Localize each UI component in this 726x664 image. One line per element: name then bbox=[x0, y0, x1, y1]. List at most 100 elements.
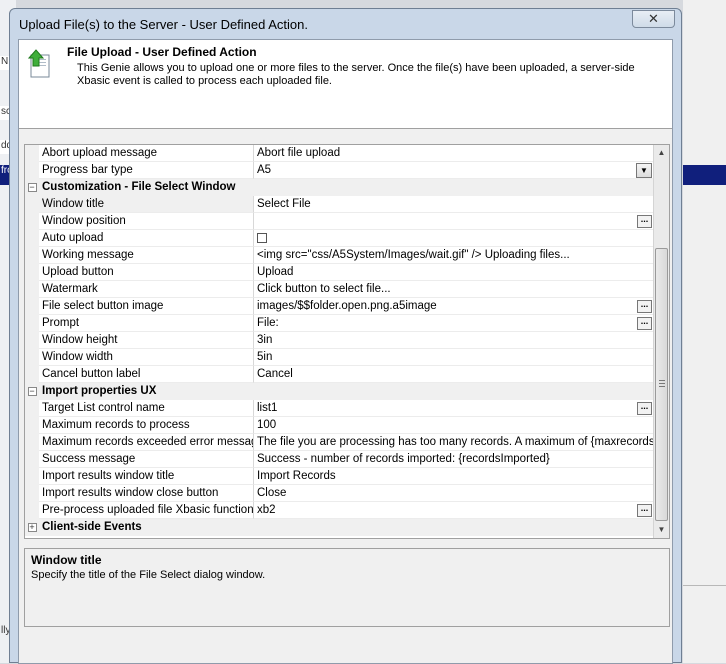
property-value[interactable]: File:... bbox=[254, 315, 654, 332]
category-row[interactable]: − Customization - File Select Window bbox=[25, 179, 654, 196]
row-gutter bbox=[25, 502, 39, 519]
collapse-icon[interactable]: − bbox=[25, 179, 39, 196]
row-gutter bbox=[25, 349, 39, 366]
property-row[interactable]: Prompt File:... bbox=[25, 315, 654, 332]
property-value-text: Close bbox=[257, 487, 287, 499]
row-gutter bbox=[25, 366, 39, 383]
ellipsis-button[interactable]: ... bbox=[637, 402, 652, 415]
property-row[interactable]: Cancel button label Cancel bbox=[25, 366, 654, 383]
property-value[interactable]: Close bbox=[254, 485, 654, 502]
close-icon: ✕ bbox=[648, 11, 659, 26]
property-value[interactable]: 5in bbox=[254, 349, 654, 366]
property-value[interactable] bbox=[254, 230, 654, 247]
property-row[interactable]: Import results window close button Close bbox=[25, 485, 654, 502]
property-name: Window width bbox=[39, 349, 254, 366]
row-gutter bbox=[25, 298, 39, 315]
dropdown-arrow-icon[interactable]: ▼ bbox=[636, 163, 652, 178]
property-value[interactable]: images/$$folder.open.png.a5image... bbox=[254, 298, 654, 315]
row-gutter bbox=[25, 315, 39, 332]
property-row[interactable]: Window title Select File bbox=[25, 196, 654, 213]
close-button[interactable]: ✕ bbox=[632, 10, 675, 28]
category-label: Import properties UX bbox=[42, 385, 157, 397]
property-row[interactable]: Window position... bbox=[25, 213, 654, 230]
dialog-client-area: File Upload - User Defined Action This G… bbox=[18, 39, 673, 664]
property-row[interactable]: Maximum records exceeded error message Th… bbox=[25, 434, 654, 451]
property-value[interactable]: A5 ▼ bbox=[254, 162, 654, 179]
property-row[interactable]: Watermark Click button to select file... bbox=[25, 281, 654, 298]
property-value[interactable]: <img src="css/A5System/Images/wait.gif" … bbox=[254, 247, 654, 264]
title-bar[interactable]: Upload File(s) to the Server - User Defi… bbox=[10, 9, 681, 39]
property-value[interactable]: 100 bbox=[254, 417, 654, 434]
background-app-right bbox=[683, 0, 726, 663]
ellipsis-button[interactable]: ... bbox=[637, 504, 652, 517]
property-name: Pre-process uploaded file Xbasic functio… bbox=[39, 502, 254, 519]
property-row[interactable]: Maximum records to process 100 bbox=[25, 417, 654, 434]
grip-line bbox=[659, 386, 665, 387]
property-row[interactable]: Progress bar type A5 ▼ bbox=[25, 162, 654, 179]
row-gutter bbox=[25, 281, 39, 298]
auto-upload-checkbox[interactable] bbox=[257, 233, 267, 243]
property-name: Maximum records exceeded error message bbox=[39, 434, 254, 451]
property-value[interactable]: Upload bbox=[254, 264, 654, 281]
scroll-up-arrow-icon[interactable]: ▲ bbox=[654, 145, 669, 161]
ellipsis-button[interactable]: ... bbox=[637, 317, 652, 330]
property-name: Progress bar type bbox=[39, 162, 254, 179]
scroll-down-arrow-icon[interactable]: ▼ bbox=[654, 522, 669, 538]
property-name: Import results window title bbox=[39, 468, 254, 485]
toggle-glyph: − bbox=[27, 386, 37, 396]
property-name: Upload button bbox=[39, 264, 254, 281]
property-row[interactable]: Import results window title Import Record… bbox=[25, 468, 654, 485]
property-row[interactable]: Upload button Upload bbox=[25, 264, 654, 281]
grip-line bbox=[659, 383, 665, 384]
help-panel: Window title Specify the title of the Fi… bbox=[24, 548, 670, 627]
property-value[interactable]: Click button to select file... bbox=[254, 281, 654, 298]
property-row[interactable]: Working message <img src="css/A5System/Im… bbox=[25, 247, 654, 264]
property-name: Window height bbox=[39, 332, 254, 349]
property-value[interactable]: 3in bbox=[254, 332, 654, 349]
expand-icon[interactable]: + bbox=[25, 519, 39, 536]
collapse-icon[interactable]: − bbox=[25, 383, 39, 400]
property-row[interactable]: Window height 3in bbox=[25, 332, 654, 349]
property-value[interactable]: Import Records bbox=[254, 468, 654, 485]
row-gutter bbox=[25, 417, 39, 434]
row-gutter bbox=[25, 434, 39, 451]
property-row[interactable]: Abort upload message Abort file upload bbox=[25, 145, 654, 162]
category-row[interactable]: + Client-side Events bbox=[25, 519, 654, 536]
property-value[interactable]: Abort file upload bbox=[254, 145, 654, 162]
property-value[interactable]: Select File bbox=[254, 196, 654, 213]
row-gutter bbox=[25, 451, 39, 468]
category-row[interactable]: − Import properties UX bbox=[25, 383, 654, 400]
background-divider bbox=[683, 585, 726, 586]
ellipsis-button[interactable]: ... bbox=[637, 215, 652, 228]
property-value[interactable]: xb2... bbox=[254, 502, 654, 519]
property-name: File select button image bbox=[39, 298, 254, 315]
ellipsis-button[interactable]: ... bbox=[637, 300, 652, 313]
property-row[interactable]: Window width 5in bbox=[25, 349, 654, 366]
property-row[interactable]: File select button image images/$$folder.… bbox=[25, 298, 654, 315]
property-value-text: File: bbox=[257, 317, 279, 329]
row-gutter bbox=[25, 332, 39, 349]
property-value-text: 100 bbox=[257, 419, 277, 431]
property-name: Window position bbox=[39, 213, 254, 230]
property-value[interactable]: The file you are processing has too many… bbox=[254, 434, 654, 451]
property-value[interactable]: Success - number of records imported: {r… bbox=[254, 451, 654, 468]
row-gutter bbox=[25, 145, 39, 162]
property-row[interactable]: Auto upload bbox=[25, 230, 654, 247]
property-value-text: 5in bbox=[257, 351, 273, 363]
property-value[interactable]: Cancel bbox=[254, 366, 654, 383]
property-row[interactable]: Target List control name list1... bbox=[25, 400, 654, 417]
upload-arrow-icon bbox=[27, 49, 50, 78]
vertical-scrollbar[interactable]: ▲ ▼ bbox=[653, 145, 669, 538]
property-grid[interactable]: Abort upload message Abort file upload Pro… bbox=[24, 144, 670, 539]
property-value[interactable]: list1... bbox=[254, 400, 654, 417]
property-row[interactable]: Success message Success - number of recor… bbox=[25, 451, 654, 468]
property-row[interactable]: Pre-process uploaded file Xbasic functio… bbox=[25, 502, 654, 519]
scroll-thumb[interactable] bbox=[655, 248, 668, 521]
property-name: Abort upload message bbox=[39, 145, 254, 162]
property-name: Cancel button label bbox=[39, 366, 254, 383]
property-value[interactable]: ... bbox=[254, 213, 654, 230]
property-name: Import results window close button bbox=[39, 485, 254, 502]
toggle-glyph: + bbox=[27, 522, 37, 532]
header-title: File Upload - User Defined Action bbox=[67, 45, 257, 59]
row-gutter bbox=[25, 400, 39, 417]
